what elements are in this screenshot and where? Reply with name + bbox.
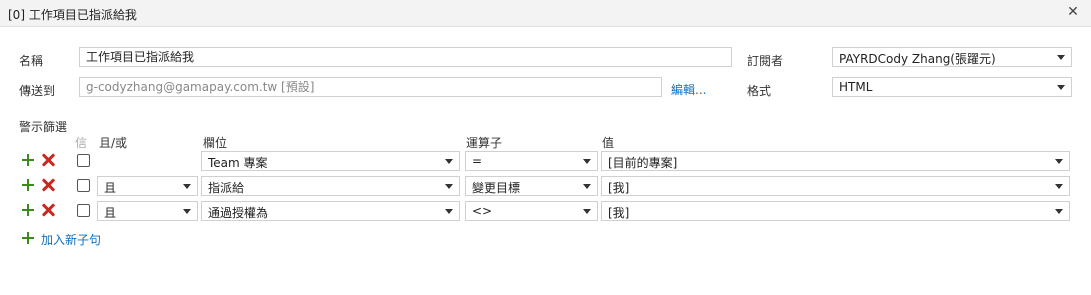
and-or-value: 且 xyxy=(104,181,117,195)
value-dropdown[interactable]: [目前的專案] xyxy=(601,151,1070,171)
format-dropdown[interactable]: HTML xyxy=(832,77,1072,97)
delete-row-icon[interactable] xyxy=(41,178,55,192)
delete-row-icon[interactable] xyxy=(41,153,55,167)
field-value: 通過授權為 xyxy=(208,206,269,220)
operator-value: = xyxy=(472,154,483,168)
add-clause-icon[interactable] xyxy=(21,231,35,245)
subscriber-dropdown[interactable]: PAYRDCody Zhang(張躍元) xyxy=(832,47,1072,67)
group-checkbox[interactable] xyxy=(77,154,90,167)
group-checkbox[interactable] xyxy=(77,179,90,192)
chevron-down-icon xyxy=(183,184,191,189)
delete-row-icon[interactable] xyxy=(41,203,55,217)
value-dropdown[interactable]: [我] xyxy=(601,176,1070,196)
send-to-label: 傳送到 xyxy=(19,84,56,98)
chevron-down-icon xyxy=(583,159,591,164)
close-icon[interactable]: ✕ xyxy=(1065,4,1081,20)
chevron-down-icon xyxy=(583,184,591,189)
chevron-down-icon xyxy=(183,209,191,214)
chevron-down-icon xyxy=(445,184,453,189)
chevron-down-icon xyxy=(445,159,453,164)
format-label: 格式 xyxy=(747,84,772,98)
format-value: HTML xyxy=(839,80,873,94)
field-dropdown[interactable]: 通過授權為 xyxy=(201,201,460,221)
name-label: 名稱 xyxy=(19,54,44,68)
chevron-down-icon xyxy=(583,209,591,214)
operator-dropdown[interactable]: = xyxy=(465,151,598,171)
chevron-down-icon xyxy=(1055,159,1063,164)
operator-value: <> xyxy=(472,204,493,218)
field-value: 指派給 xyxy=(208,181,245,195)
chevron-down-icon xyxy=(1055,184,1063,189)
operator-dropdown[interactable]: <> xyxy=(465,201,598,221)
and-or-dropdown[interactable]: 且 xyxy=(97,176,198,196)
and-or-value: 且 xyxy=(104,206,117,220)
value-column-header: 值 xyxy=(602,136,615,150)
subscriber-label: 訂閱者 xyxy=(747,54,784,68)
chevron-down-icon xyxy=(445,209,453,214)
value-value: [目前的專案] xyxy=(608,156,678,170)
value-dropdown[interactable]: [我] xyxy=(601,201,1070,221)
alert-filter-label: 警示篩選 xyxy=(19,120,68,134)
group-column-header: 信 xyxy=(75,136,88,150)
dialog-title: [0] 工作項目已指派給我 xyxy=(8,8,137,22)
and-or-dropdown[interactable]: 且 xyxy=(97,201,198,221)
send-to-input[interactable]: g-codyzhang@gamapay.com.tw [預設] xyxy=(79,77,662,97)
operator-column-header: 運算子 xyxy=(466,136,503,150)
field-dropdown[interactable]: 指派給 xyxy=(201,176,460,196)
add-clause-link[interactable]: 加入新子句 xyxy=(41,231,101,248)
dialog-titlebar: [0] 工作項目已指派給我 ✕ xyxy=(0,0,1091,27)
chevron-down-icon xyxy=(1057,55,1065,60)
field-column-header: 欄位 xyxy=(203,136,228,150)
and-or-column-header: 且/或 xyxy=(99,136,128,150)
field-value: Team 專案 xyxy=(208,156,268,170)
chevron-down-icon xyxy=(1055,209,1063,214)
operator-value: 變更目標 xyxy=(472,181,521,195)
name-input[interactable]: 工作項目已指派給我 xyxy=(79,47,732,67)
add-row-icon[interactable] xyxy=(21,153,35,167)
chevron-down-icon xyxy=(1057,85,1065,90)
operator-dropdown[interactable]: 變更目標 xyxy=(465,176,598,196)
edit-link[interactable]: 編輯... xyxy=(671,81,706,98)
value-value: [我] xyxy=(608,181,630,195)
field-dropdown[interactable]: Team 專案 xyxy=(201,151,460,171)
subscriber-value: PAYRDCody Zhang(張躍元) xyxy=(839,52,996,66)
value-value: [我] xyxy=(608,206,630,220)
add-row-icon[interactable] xyxy=(21,178,35,192)
add-row-icon[interactable] xyxy=(21,203,35,217)
group-checkbox[interactable] xyxy=(77,204,90,217)
